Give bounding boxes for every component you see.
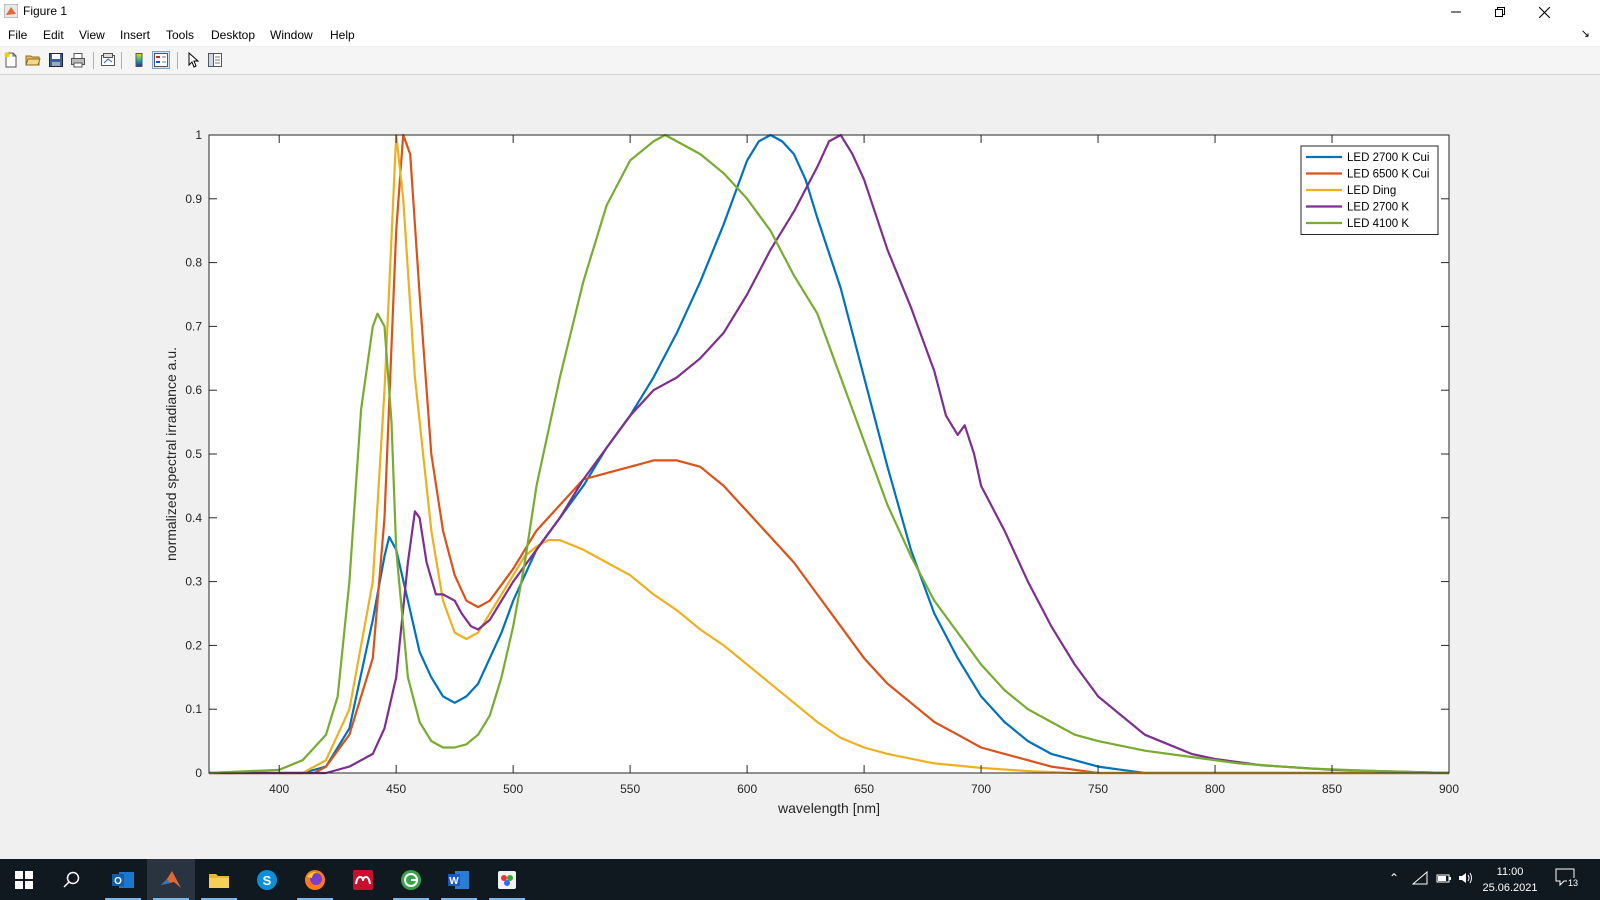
x-tick-label: 650 [854,782,874,796]
legend-icon[interactable] [152,51,170,69]
y-tick-label: 1 [195,128,202,142]
y-tick-label: 0.7 [185,319,202,333]
legend-entry: LED Ding [1347,185,1396,197]
line-chart[interactable]: 400 450 500 550 600 650 700 750 800 850 900 0 0.1 0.2… [0,75,1600,859]
restore-icon [1495,7,1505,17]
minimize-button[interactable] [1433,0,1479,24]
edit-plot-arrow-icon[interactable] [184,51,202,69]
clock-date: 25.06.2021 [1482,882,1538,894]
link-plot-icon[interactable] [99,51,117,69]
y-tick-label: 0.4 [185,511,202,525]
y-tick-label: 0.3 [185,575,202,589]
y-tick-label: 0.5 [185,447,202,461]
mendeley-icon[interactable] [339,859,387,900]
svg-text:W: W [449,876,459,887]
notification-center-icon[interactable]: 13 [1555,867,1581,891]
firefox-icon[interactable] [291,859,339,900]
y-axis-label: normalized spectral irradiance a.u. [163,347,179,561]
menu-desktop[interactable]: Desktop [211,28,255,42]
network-icon[interactable] [1412,871,1428,885]
menu-tools[interactable]: Tools [166,28,194,42]
svg-text:S: S [263,873,272,888]
x-tick-label: 700 [971,782,991,796]
menu-insert[interactable]: Insert [120,28,150,42]
y-tick-label: 0 [195,766,202,780]
notification-count: 13 [1567,878,1580,888]
close-icon [1538,6,1550,18]
x-tick-label: 850 [1322,782,1342,796]
x-tick-label: 600 [737,782,757,796]
x-tick-label: 800 [1205,782,1225,796]
menu-edit[interactable]: Edit [43,28,64,42]
print-icon[interactable] [69,51,87,69]
colorbar-icon[interactable] [130,51,148,69]
y-tick-label: 0.1 [185,702,202,716]
legend[interactable]: LED 2700 K Cui LED 6500 K Cui LED Ding LED … [1300,145,1439,235]
property-inspector-icon[interactable] [206,51,224,69]
x-tick-label: 400 [269,782,289,796]
x-tick-label: 900 [1439,782,1459,796]
menu-bar: File Edit View Insert Tools Desktop Wind… [0,24,1600,46]
x-tick-label: 550 [620,782,640,796]
legend-entry: LED 2700 K Cui [1347,152,1429,164]
close-button[interactable] [1521,0,1567,24]
figure-area: 400 450 500 550 600 650 700 750 800 850 900 0 0.1 0.2… [0,75,1600,859]
search-icon[interactable] [48,859,96,900]
volume-icon[interactable] [1458,871,1474,885]
toolbar-separator [93,52,94,69]
undock-arrow-icon[interactable]: ↘ [1581,27,1590,40]
matlab-icon[interactable] [147,859,195,900]
window-title-bar: Figure 1 [0,0,1600,24]
greenshot-icon[interactable] [387,859,435,900]
menu-help[interactable]: Help [330,28,355,42]
new-figure-icon[interactable] [2,51,20,69]
x-tick-label: 500 [503,782,523,796]
windows-taskbar: O S W ⌃ 11:00 25.06.2021 13 [0,859,1600,900]
paint-icon[interactable] [483,859,531,900]
outlook-icon[interactable]: O [99,859,147,900]
restore-button[interactable] [1477,0,1523,24]
menu-file[interactable]: File [8,28,27,42]
word-icon[interactable]: W [435,859,483,900]
menu-view[interactable]: View [79,28,105,42]
window-title: Figure 1 [23,4,68,18]
toolbar-separator [121,52,122,69]
y-tick-label: 0.6 [185,383,202,397]
y-tick-label: 0.9 [185,192,202,206]
y-tick-label: 0.8 [185,256,202,270]
system-clock[interactable]: 11:00 25.06.2021 [1475,864,1545,896]
windows-start-icon[interactable] [0,859,48,900]
open-file-icon[interactable] [24,51,42,69]
figure-toolbar [0,47,1600,75]
battery-icon[interactable] [1436,871,1452,885]
axes-background [209,135,1449,773]
x-axis-label: wavelength [nm] [777,800,880,816]
clock-time: 11:00 [1496,866,1524,878]
x-tick-label: 450 [386,782,406,796]
show-hidden-icons-icon[interactable]: ⌃ [1389,871,1399,885]
menu-window[interactable]: Window [270,28,313,42]
skype-icon[interactable]: S [243,859,291,900]
matlab-icon [4,4,18,18]
x-tick-label: 750 [1088,782,1108,796]
file-explorer-icon[interactable] [195,859,243,900]
legend-entry: LED 6500 K Cui [1347,169,1429,181]
legend-entry: LED 2700 K [1347,202,1409,214]
y-tick-label: 0.2 [185,638,202,652]
legend-entry: LED 4100 K [1347,218,1409,230]
svg-text:O: O [114,876,122,887]
toolbar-separator [177,52,178,69]
save-icon[interactable] [47,51,65,69]
minimize-icon [1451,11,1461,13]
